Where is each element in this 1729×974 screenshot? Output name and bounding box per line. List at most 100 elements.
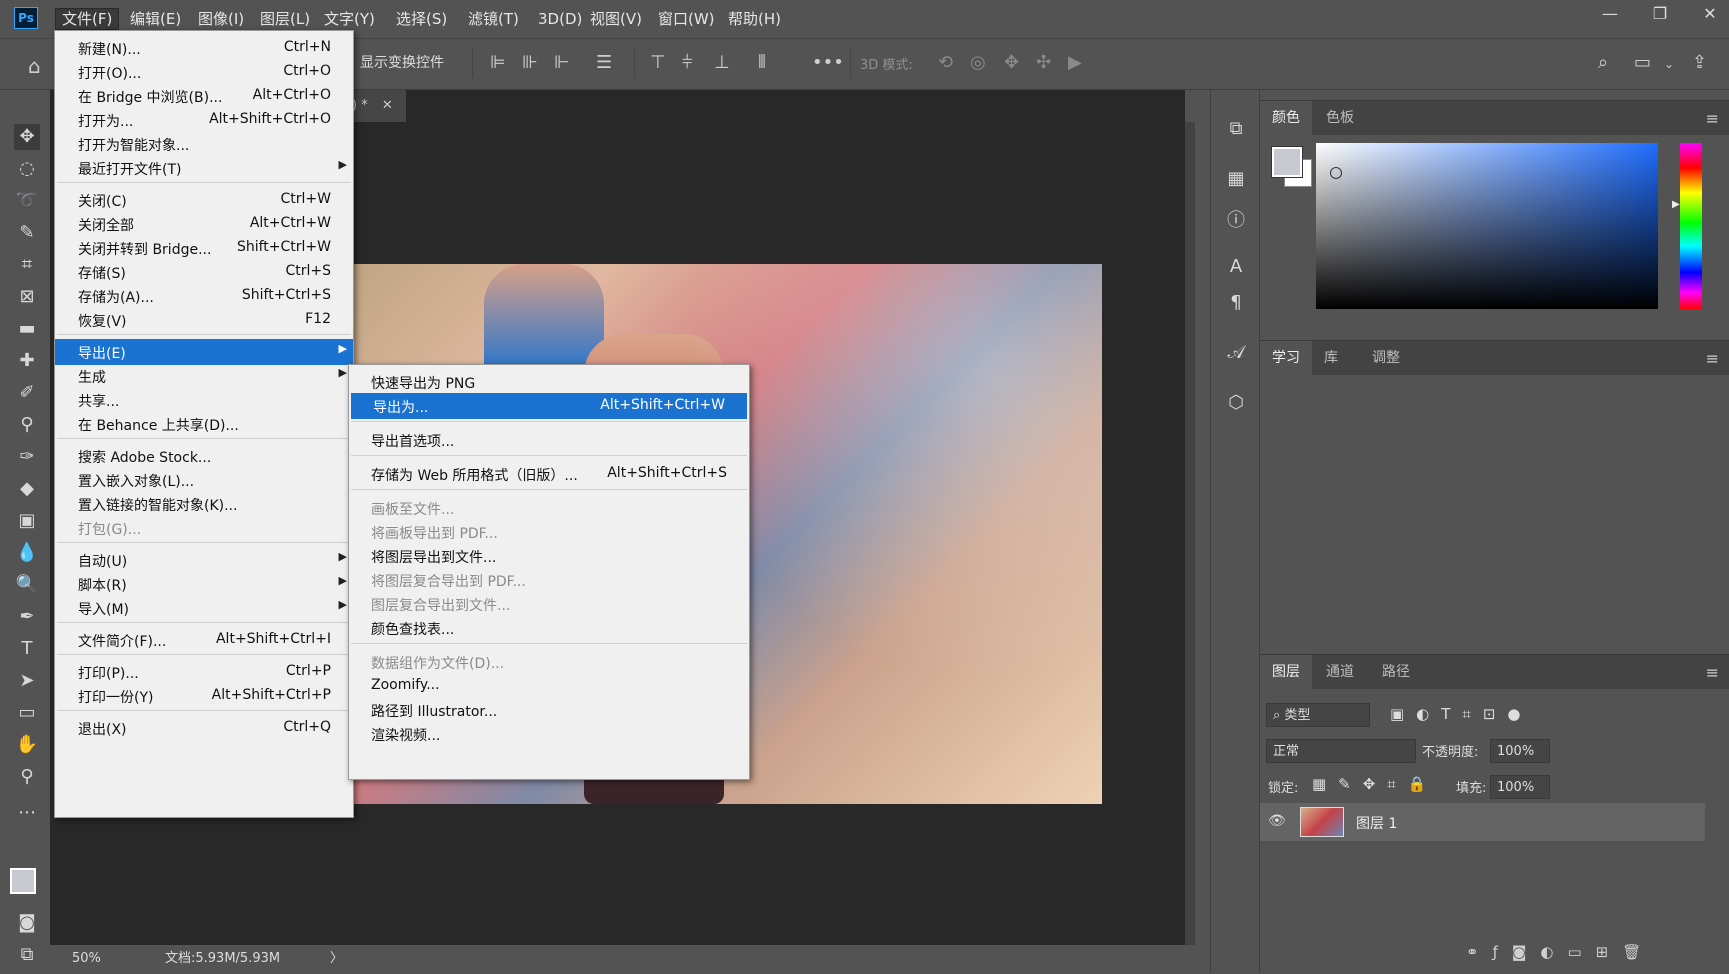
- file-menu-item[interactable]: 生成 ▶: [55, 363, 353, 389]
- menu-6[interactable]: 滤镜(T): [462, 9, 525, 29]
- history-brush-icon[interactable]: ✑: [14, 444, 40, 470]
- file-menu-item[interactable]: 打印(P)... Ctrl+P: [55, 659, 353, 685]
- home-icon[interactable]: ⌂: [28, 54, 41, 78]
- menu-8[interactable]: 视图(V): [584, 9, 648, 29]
- minimize-button[interactable]: —: [1590, 4, 1630, 23]
- menu-5[interactable]: 选择(S): [390, 9, 453, 29]
- file-menu-item[interactable]: 新建(N)... Ctrl+N: [55, 35, 353, 61]
- 3d-icon[interactable]: ⬡: [1224, 392, 1248, 416]
- tab-learn[interactable]: 学习: [1260, 341, 1312, 375]
- align-top-icon[interactable]: ⊤: [650, 52, 666, 73]
- tab-paths[interactable]: 路径: [1370, 655, 1422, 689]
- close-tab-icon[interactable]: ✕: [382, 98, 393, 113]
- stamp-tool-icon[interactable]: ⚲: [14, 412, 40, 438]
- more-options-icon[interactable]: •••: [812, 52, 844, 73]
- file-menu-item[interactable]: 打开为... Alt+Shift+Ctrl+O: [55, 107, 353, 133]
- file-menu-item[interactable]: 在 Behance 上共享(D)...: [55, 411, 353, 437]
- layer-filter-icons[interactable]: ▣◐T⌗⊡●: [1390, 705, 1533, 723]
- layer-filter-select[interactable]: ⌕ 类型: [1266, 703, 1370, 727]
- color-field[interactable]: [1316, 143, 1658, 309]
- lock-icons[interactable]: ▦✎✥⌗🔒: [1312, 775, 1438, 793]
- distribute-vertical-icon[interactable]: ⦀: [758, 52, 766, 73]
- gradient-tool-icon[interactable]: ▣: [14, 508, 40, 534]
- file-menu-item[interactable]: 导入(M) ▶: [55, 595, 353, 621]
- crop-tool-icon[interactable]: ⌗: [14, 252, 40, 278]
- marquee-tool-icon[interactable]: ◌: [14, 156, 40, 182]
- align-middle-icon[interactable]: ⫩: [682, 52, 692, 73]
- export-menu-item[interactable]: 快速导出为 PNG: [349, 369, 749, 395]
- export-menu-item[interactable]: 颜色查找表...: [349, 615, 749, 641]
- hue-slider-handle[interactable]: ▶: [1672, 199, 1680, 210]
- visibility-eye-icon[interactable]: 👁: [1268, 813, 1286, 829]
- edit-toolbar-icon[interactable]: ⋯: [14, 800, 40, 826]
- panel-menu-icon[interactable]: ≡: [1706, 663, 1719, 682]
- fill-input[interactable]: 100%: [1490, 775, 1550, 799]
- tab-channels[interactable]: 通道: [1314, 655, 1366, 689]
- tab-libraries[interactable]: 库: [1312, 341, 1350, 375]
- layer-name[interactable]: 图层 1: [1356, 813, 1397, 833]
- brush-tool-icon[interactable]: ✐: [14, 380, 40, 406]
- file-menu-item[interactable]: 打开(O)... Ctrl+O: [55, 59, 353, 85]
- tab-layers[interactable]: 图层: [1260, 655, 1312, 689]
- workspace-icon[interactable]: ▭: [1634, 52, 1651, 73]
- status-menu-arrow[interactable]: 〉: [330, 945, 343, 973]
- file-menu-item[interactable]: 自动(U) ▶: [55, 547, 353, 573]
- align-bottom-icon[interactable]: ⊥: [714, 52, 730, 73]
- tab-color[interactable]: 颜色: [1260, 101, 1312, 135]
- tab-swatches[interactable]: 色板: [1314, 101, 1366, 135]
- path-select-icon[interactable]: ➤: [14, 668, 40, 694]
- move-tool-icon[interactable]: ✥: [14, 124, 40, 150]
- tab-adjustments[interactable]: 调整: [1360, 341, 1412, 375]
- vertical-scrollbar[interactable]: [1185, 122, 1195, 945]
- zoom-tool-icon[interactable]: ⚲: [14, 764, 40, 790]
- lasso-tool-icon[interactable]: ➰: [14, 188, 40, 214]
- export-menu-item[interactable]: 渲染视频...: [349, 721, 749, 747]
- export-menu-item[interactable]: 导出为... Alt+Shift+Ctrl+W: [351, 393, 747, 419]
- color-picker-cursor[interactable]: [1330, 167, 1342, 179]
- search-icon[interactable]: ⌕: [1598, 52, 1608, 73]
- eraser-tool-icon[interactable]: ◆: [14, 476, 40, 502]
- hand-tool-icon[interactable]: ✋: [14, 732, 40, 758]
- file-menu-item[interactable]: 导出(E) ▶: [55, 339, 353, 365]
- quick-select-tool-icon[interactable]: ✎: [14, 220, 40, 246]
- file-menu-item[interactable]: 文件简介(F)... Alt+Shift+Ctrl+I: [55, 627, 353, 653]
- file-menu-item[interactable]: 打开为智能对象...: [55, 131, 353, 157]
- restore-button[interactable]: ❐: [1640, 4, 1680, 23]
- history-icon[interactable]: ⧉: [1224, 118, 1248, 142]
- foreground-color-swatch[interactable]: [10, 868, 36, 894]
- file-menu-item[interactable]: 在 Bridge 中浏览(B)... Alt+Ctrl+O: [55, 83, 353, 109]
- menu-7[interactable]: 3D(D): [532, 9, 588, 29]
- menu-10[interactable]: 帮助(H): [722, 9, 787, 29]
- file-menu-item[interactable]: 存储为(A)... Shift+Ctrl+S: [55, 283, 353, 309]
- file-menu-item[interactable]: 关闭并转到 Bridge... Shift+Ctrl+W: [55, 235, 353, 261]
- ruler-tool-icon[interactable]: ▬: [14, 316, 40, 342]
- export-menu-item[interactable]: Zoomify...: [349, 673, 749, 699]
- pen-tool-icon[interactable]: ✒: [14, 604, 40, 630]
- quick-mask-icon[interactable]: ◙: [14, 910, 40, 936]
- blend-mode-select[interactable]: 正常: [1266, 739, 1416, 763]
- file-menu-item[interactable]: 最近打开文件(T) ▶: [55, 155, 353, 181]
- file-menu-item[interactable]: 搜索 Adobe Stock...: [55, 443, 353, 469]
- align-right-icon[interactable]: ⊩: [554, 52, 570, 73]
- menu-1[interactable]: 编辑(E): [124, 9, 187, 29]
- file-menu-item[interactable]: 退出(X) Ctrl+Q: [55, 715, 353, 741]
- glyphs-icon[interactable]: 𝒜: [1224, 342, 1248, 366]
- menu-2[interactable]: 图像(I): [192, 9, 250, 29]
- share-icon[interactable]: ⇪: [1692, 52, 1707, 73]
- menu-0[interactable]: 文件(F): [54, 8, 120, 30]
- opacity-input[interactable]: 100%: [1490, 739, 1550, 763]
- close-button[interactable]: ✕: [1690, 4, 1729, 23]
- export-menu-item[interactable]: 将图层导出到文件...: [349, 543, 749, 569]
- file-menu-item[interactable]: 关闭全部 Alt+Ctrl+W: [55, 211, 353, 237]
- file-menu-item[interactable]: 共享...: [55, 387, 353, 413]
- file-menu-item[interactable]: 置入链接的智能对象(K)...: [55, 491, 353, 517]
- export-menu-item[interactable]: 存储为 Web 所用格式（旧版）... Alt+Shift+Ctrl+S: [349, 461, 749, 487]
- hue-slider[interactable]: [1680, 143, 1702, 309]
- distribute-icon[interactable]: ☰: [596, 52, 612, 73]
- dodge-tool-icon[interactable]: 🔍: [14, 572, 40, 598]
- zoom-level[interactable]: 50%: [72, 945, 101, 973]
- menu-3[interactable]: 图层(L): [254, 9, 316, 29]
- layer-row[interactable]: 👁 图层 1: [1260, 803, 1705, 841]
- file-menu-item[interactable]: 打印一份(Y) Alt+Shift+Ctrl+P: [55, 683, 353, 709]
- frame-tool-icon[interactable]: ⊠: [14, 284, 40, 310]
